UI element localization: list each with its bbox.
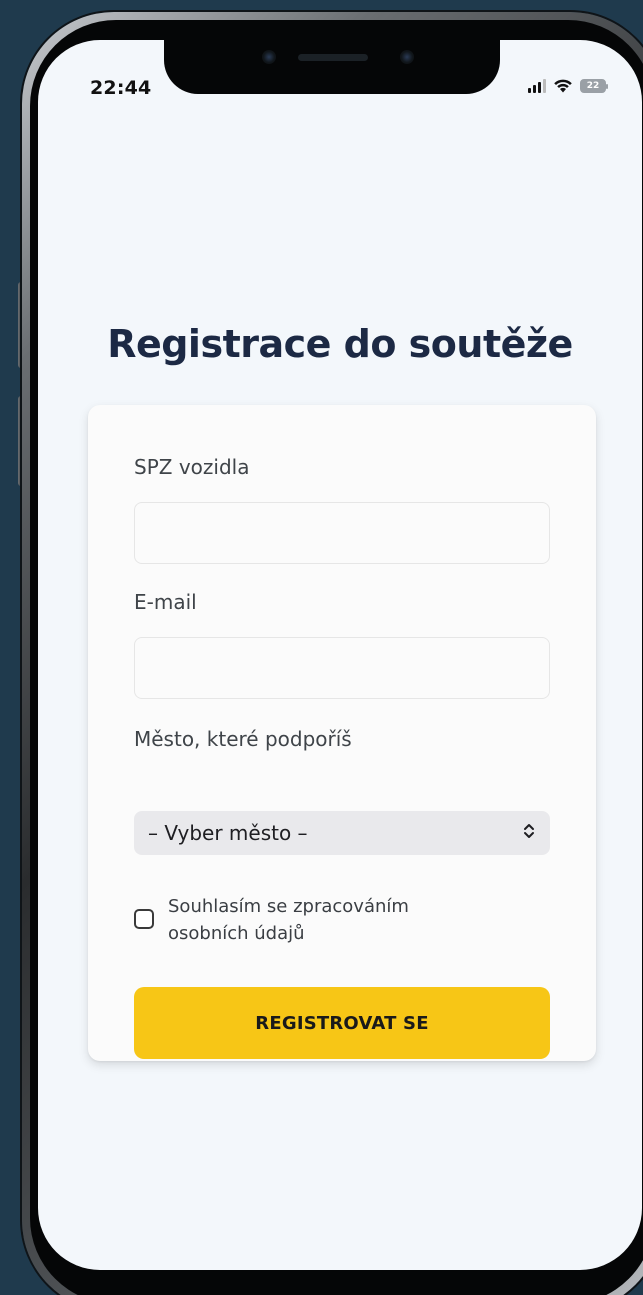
spz-label: SPZ vozidla [134, 455, 250, 479]
speaker-grille [298, 54, 368, 61]
consent-row: Souhlasím se zpracováním osobních údajů [134, 893, 550, 947]
status-icons: 22 [528, 78, 608, 93]
device-mockup: 22:44 22 Registrace do soutěže SPZ vozid… [0, 0, 643, 1295]
register-button[interactable]: REGISTROVAT SE [134, 987, 550, 1059]
consent-label[interactable]: Souhlasím se zpracováním osobních údajů [168, 893, 468, 947]
battery-icon: 22 [580, 78, 608, 93]
city-select[interactable]: – Vyber město – [134, 811, 550, 855]
city-label: Město, které podpoříš [134, 727, 352, 751]
email-label: E-mail [134, 590, 197, 614]
cellular-signal-icon [528, 78, 546, 93]
spz-input[interactable] [134, 502, 550, 564]
registration-card: SPZ vozidla E-mail Město, které podpoříš… [88, 405, 596, 1061]
camera-icon [262, 50, 276, 64]
status-time: 22:44 [90, 77, 152, 99]
phone-screen: 22:44 22 Registrace do soutěže SPZ vozid… [38, 40, 642, 1270]
page-title: Registrace do soutěže [107, 322, 573, 366]
city-select-value: – Vyber město – [148, 821, 308, 845]
sensor-icon [400, 50, 414, 64]
email-input[interactable] [134, 637, 550, 699]
consent-checkbox[interactable] [134, 909, 154, 929]
wifi-icon [553, 78, 573, 93]
notch [164, 40, 500, 94]
select-chevron-icon [522, 821, 536, 845]
